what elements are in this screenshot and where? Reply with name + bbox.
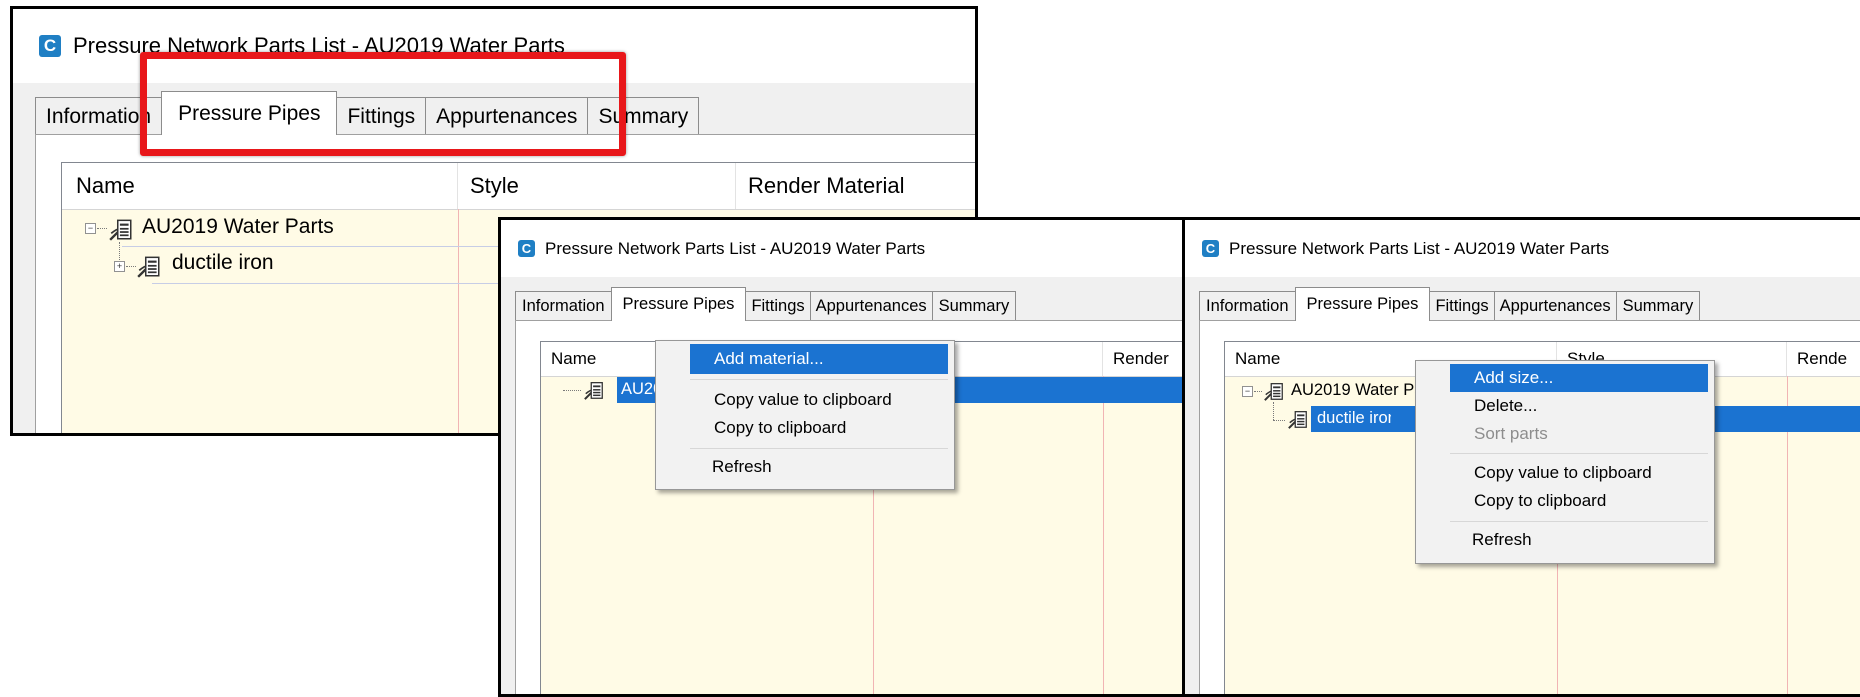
tree-node-ductile-iron[interactable]: ductile iron xyxy=(172,251,274,275)
tab-appurtenances[interactable]: Appurtenances xyxy=(809,291,933,321)
tree-connector xyxy=(563,390,581,391)
menu-separator xyxy=(1450,521,1708,522)
parts-list-icon xyxy=(583,379,605,401)
parts-list-icon xyxy=(1263,380,1285,402)
column-divider xyxy=(1103,376,1104,694)
menu-separator xyxy=(1450,453,1708,454)
title-bar: C Pressure Network Parts List - AU2019 W… xyxy=(1185,220,1860,277)
material-icon xyxy=(1287,408,1309,430)
parts-list-window-right: C Pressure Network Parts List - AU2019 W… xyxy=(1182,217,1860,697)
tab-summary[interactable]: Summary xyxy=(1615,291,1701,321)
tree-node-root[interactable]: AU2019 Water Parts xyxy=(142,215,334,239)
collapse-icon[interactable]: − xyxy=(1242,386,1253,397)
menu-separator xyxy=(690,448,948,449)
collapse-icon[interactable]: − xyxy=(85,223,96,234)
tree-connector xyxy=(119,242,120,260)
column-header-style[interactable]: Style xyxy=(458,163,736,209)
menu-item-copy-clipboard[interactable]: Copy to clipboard xyxy=(1450,487,1606,515)
column-divider xyxy=(458,209,459,433)
menu-item-sort-parts[interactable]: Sort parts xyxy=(1450,420,1548,448)
tree-node-ductile-iron-selected[interactable]: ductile iron xyxy=(1317,409,1391,428)
menu-item-copy-value[interactable]: Copy value to clipboard xyxy=(690,386,892,414)
menu-item-refresh[interactable]: Refresh xyxy=(1450,526,1532,554)
tree-connector xyxy=(97,228,107,229)
column-header-render-material[interactable]: Render Material xyxy=(736,163,975,209)
column-header-name[interactable]: Name xyxy=(62,163,458,209)
menu-item-add-material[interactable]: Add material... xyxy=(690,344,948,374)
parts-list-window-middle: C Pressure Network Parts List - AU2019 W… xyxy=(498,217,1188,697)
tab-pressure-pipes[interactable]: Pressure Pipes xyxy=(1294,287,1431,321)
menu-separator xyxy=(690,379,948,380)
tab-appurtenances[interactable]: Appurtenances xyxy=(1493,291,1617,321)
menu-item-delete[interactable]: Delete... xyxy=(1450,392,1537,420)
context-menu-size: Add size... Delete... Sort parts Copy va… xyxy=(1415,360,1715,564)
tab-information[interactable]: Information xyxy=(1199,291,1296,321)
parts-list-icon xyxy=(108,216,134,242)
tree-connector xyxy=(1254,391,1262,392)
tab-strip: Information Pressure Pipes Fittings Appu… xyxy=(515,287,1017,321)
material-icon xyxy=(136,253,162,279)
tree-connector xyxy=(1273,402,1274,420)
tab-pressure-pipes[interactable]: Pressure Pipes xyxy=(161,91,338,135)
menu-item-add-size[interactable]: Add size... xyxy=(1450,364,1708,392)
tab-pressure-pipes[interactable]: Pressure Pipes xyxy=(610,287,747,321)
column-header-render[interactable]: Render xyxy=(1103,342,1185,376)
tree-connector xyxy=(1273,420,1285,421)
tree-connector xyxy=(126,266,136,267)
window-title: Pressure Network Parts List - AU2019 Wat… xyxy=(1229,238,1610,258)
tab-summary[interactable]: Summary xyxy=(931,291,1017,321)
civil3d-app-icon: C xyxy=(518,240,535,257)
context-menu-material: Add material... Copy value to clipboard … xyxy=(655,340,955,490)
column-header: Name Style Render Material xyxy=(62,163,975,210)
civil3d-app-icon: C xyxy=(39,35,61,57)
menu-item-refresh[interactable]: Refresh xyxy=(690,453,772,481)
tab-fittings[interactable]: Fittings xyxy=(745,291,811,321)
window-title: Pressure Network Parts List - AU2019 Wat… xyxy=(545,238,926,258)
tab-fittings[interactable]: Fittings xyxy=(1429,291,1495,321)
menu-item-copy-value[interactable]: Copy value to clipboard xyxy=(1450,459,1652,487)
title-bar: C Pressure Network Parts List - AU2019 W… xyxy=(501,220,1185,277)
tab-strip: Information Pressure Pipes Fittings Appu… xyxy=(1199,287,1701,321)
civil3d-app-icon: C xyxy=(1202,240,1219,257)
menu-item-copy-clipboard[interactable]: Copy to clipboard xyxy=(690,414,846,442)
expand-icon[interactable]: + xyxy=(114,261,125,272)
tab-information[interactable]: Information xyxy=(515,291,612,321)
column-header-render[interactable]: Rende xyxy=(1787,342,1860,376)
